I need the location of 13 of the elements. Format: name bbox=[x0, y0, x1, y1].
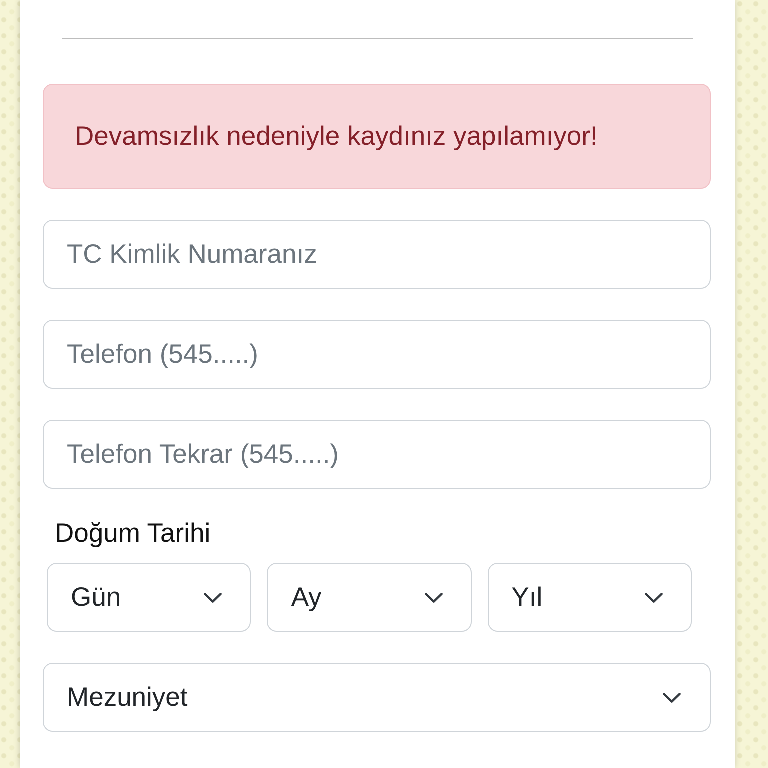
graduation-select[interactable]: Mezuniyet bbox=[43, 663, 711, 732]
chevron-down-icon bbox=[204, 592, 222, 602]
chevron-down-icon bbox=[663, 692, 681, 702]
phone-field[interactable]: Telefon (545.....) bbox=[43, 320, 711, 389]
chevron-down-icon bbox=[644, 592, 663, 602]
phone-repeat-field[interactable]: Telefon Tekrar (545.....) bbox=[43, 420, 711, 489]
month-select[interactable]: Ay bbox=[267, 563, 472, 632]
year-select[interactable]: Yıl bbox=[488, 563, 692, 632]
error-alert: Devamsızlık nedeniyle kaydınız yapılamıyor! bbox=[43, 84, 711, 189]
day-select[interactable]: Gün bbox=[47, 563, 252, 632]
id-number-field[interactable]: TC Kimlik Numaranız bbox=[43, 220, 711, 289]
birth-date-label: Doğum Tarihi bbox=[55, 517, 211, 550]
chevron-down-icon bbox=[424, 592, 443, 602]
